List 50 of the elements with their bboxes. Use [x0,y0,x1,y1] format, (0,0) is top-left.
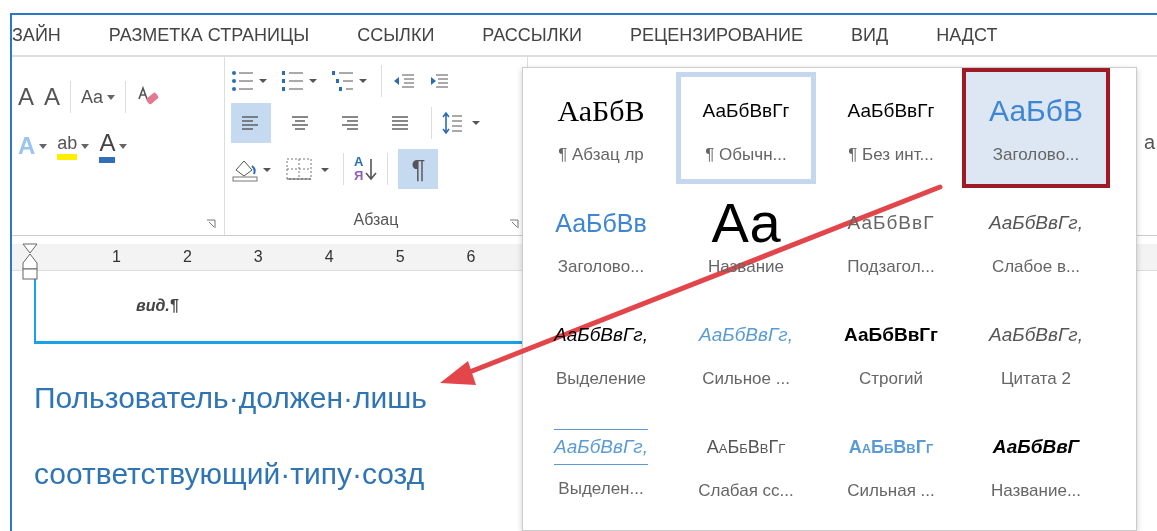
change-case-button[interactable]: Aa [81,86,104,108]
ruler-number: 3 [253,248,263,266]
align-center-icon [292,115,310,131]
grow-font-button[interactable]: A [18,83,34,111]
align-left-icon [242,115,260,131]
ribbon-tab[interactable]: ССЫЛКИ [357,24,435,46]
ribbon-tab[interactable]: РЕЦЕНЗИРОВАНИЕ [629,24,804,46]
ruler-number: 2 [182,248,192,266]
ruler-number: 5 [395,248,405,266]
highlight-button[interactable]: ab [57,132,78,160]
style-item[interactable]: АаБбВвГг, Цитата 2 [966,296,1106,408]
style-item[interactable]: АаБбВвГг Слабая сс... [676,408,816,520]
caret-icon[interactable] [107,94,116,100]
style-item[interactable]: АаБбВвГг, Выделен... [531,408,671,520]
group-label: Абзац [352,211,400,229]
font-color-button[interactable]: A [99,129,116,163]
shrink-font-button[interactable]: A [44,83,61,111]
ribbon-tab[interactable]: РАЗМЕТКА СТРАНИЦЫ [108,24,310,46]
dialog-launcher-icon[interactable] [206,219,216,229]
style-item[interactable]: АаБбВ ¶ Абзац лр [531,72,671,184]
ruler-number: 6 [466,248,476,266]
align-button[interactable] [231,103,271,143]
style-item[interactable]: АаБбВвГг ¶ Без инт... [821,72,961,184]
caret-icon[interactable] [119,143,128,149]
style-item[interactable]: АаБбВв Заголово... [531,184,671,296]
align-right-icon [342,115,360,131]
ribbon-tab[interactable]: ВИД [851,24,889,46]
style-item[interactable]: АаБбВвГ Подзагол... [821,184,961,296]
ribbon-text: а [1143,131,1155,154]
ruler-number: 1 [112,248,121,266]
ribbon-tab[interactable]: ЗАЙН [12,24,61,46]
caret-icon[interactable] [81,143,90,149]
style-item[interactable]: АаБбВвГг, Слабое в... [966,184,1106,296]
caret-icon[interactable] [39,143,48,149]
style-item[interactable]: АаБбВвГг Строгий [821,296,961,408]
sort-button[interactable]: А Я [354,155,378,183]
align-justify-icon [392,115,410,131]
style-item[interactable]: АаБбВвГ Название... [966,408,1106,520]
show-marks-button[interactable]: ¶ [398,149,439,189]
ruler-number: 4 [324,248,334,266]
document-text: вид.¶ [136,297,179,315]
style-item[interactable]: АаБбВвГг, Сильное ... [676,296,816,408]
style-item[interactable]: АаБбВвГг Сильная ... [821,408,961,520]
style-item[interactable]: АаБбВвГг ¶ Обычн... [676,72,816,184]
down-arrow-icon [365,157,378,181]
heading-text: Пользователь·должен·лишь [34,381,427,414]
ribbon-tab[interactable]: НАДСТ [936,24,998,46]
dialog-launcher-icon[interactable] [509,219,519,229]
heading-text: соответствующий·типу·созд [34,457,425,490]
ribbon-tab[interactable]: РАССЫЛКИ [482,24,582,46]
